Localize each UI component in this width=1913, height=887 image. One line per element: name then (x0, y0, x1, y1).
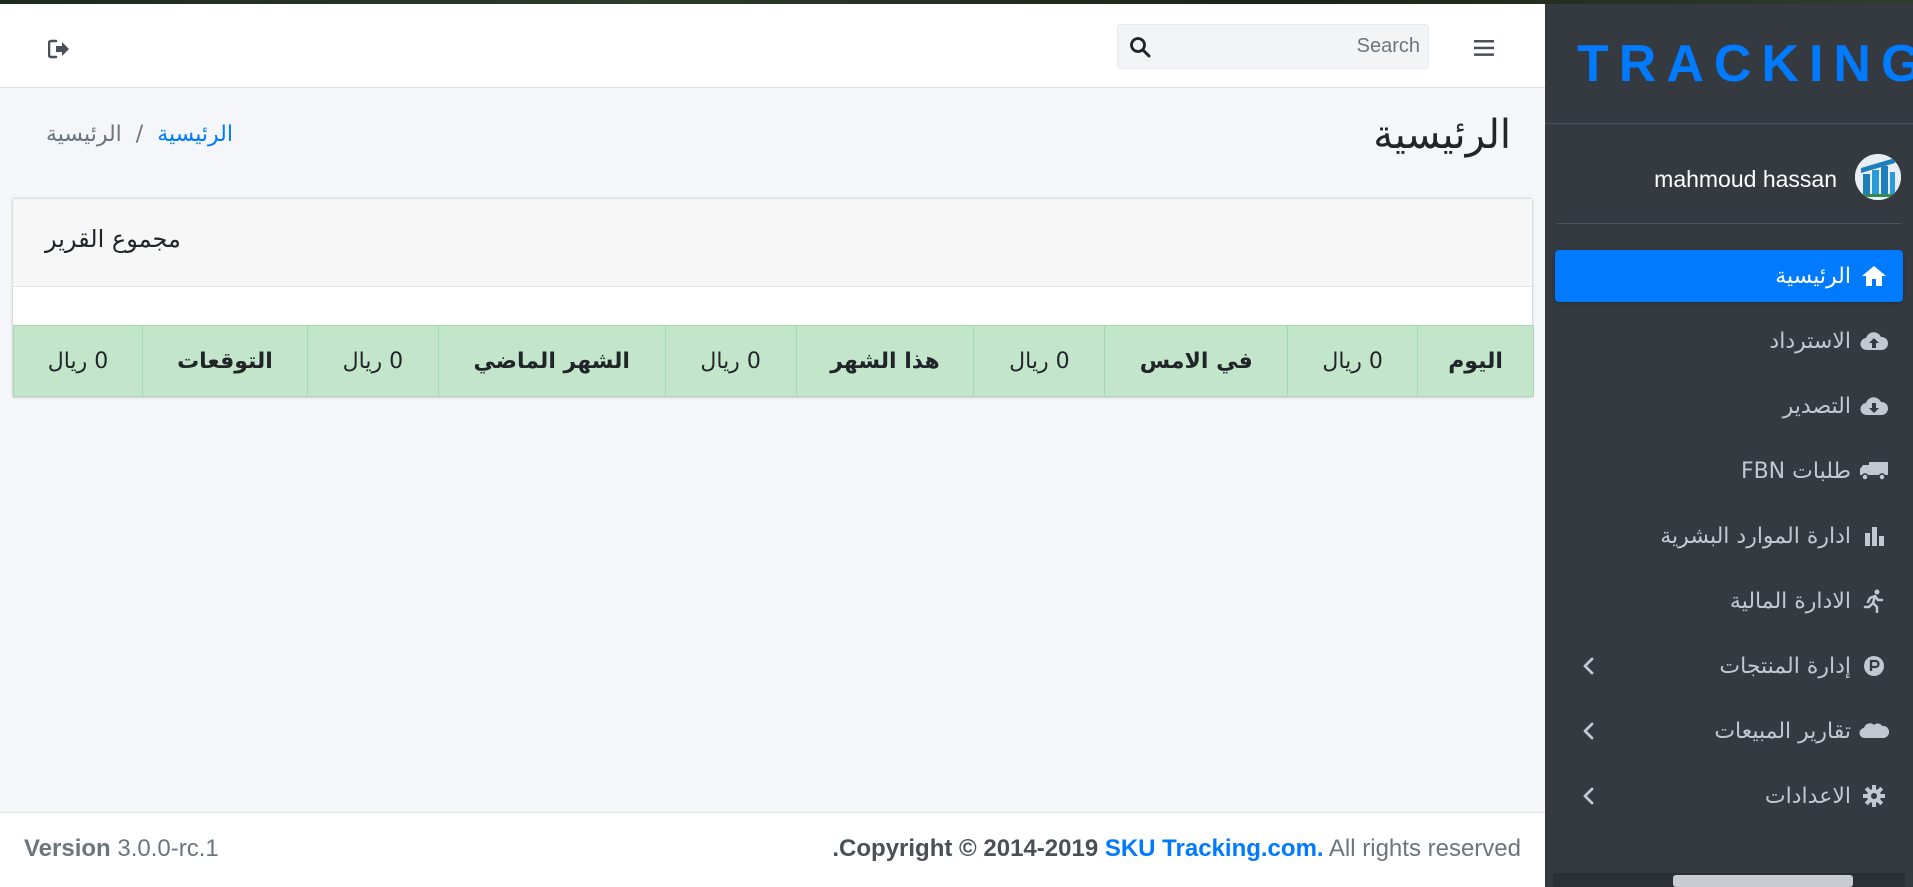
table-row: اليوم 0 ريال في الامس 0 ريال هذا الشهر 0… (13, 325, 1534, 397)
sidebar-item-label: الرئيسية (1775, 263, 1851, 289)
bar-chart-icon (1857, 522, 1891, 550)
sidebar-item-label: التصدير (1782, 393, 1851, 419)
version-value: 3.0.0-rc.1 (117, 835, 219, 862)
menu-toggle-button[interactable] (1470, 34, 1498, 62)
user-panel: mahmoud hassan (1557, 144, 1901, 224)
main-content: الرئيسية الرئيسية / الرئيسية مجموع القري… (0, 4, 1545, 887)
hamburger-icon (1474, 40, 1494, 56)
sidebar-item-fbn-orders[interactable]: طلبات FBN (1555, 445, 1903, 497)
sidebar-item-refunds[interactable]: الاسترداد (1555, 315, 1903, 367)
copyright-label: Copyright © 2014-2019 (839, 835, 1099, 862)
sign-out-icon (48, 39, 69, 59)
sidebar-item-label: طلبات FBN (1740, 458, 1851, 484)
salesforce-icon (1857, 717, 1891, 745)
sidebar-item-label: الادارة المالية (1729, 588, 1851, 614)
avatar (1855, 154, 1901, 200)
sidebar-item-label: الاسترداد (1769, 328, 1851, 354)
stat-value-last-month: 0 ريال (306, 325, 439, 397)
sidebar-item-export[interactable]: التصدير (1555, 380, 1903, 432)
brand-link[interactable]: TRACKING (1545, 4, 1913, 124)
sidebar-item-hr[interactable]: ادارة الموارد البشرية (1555, 510, 1903, 562)
page-title: الرئيسية (1373, 112, 1511, 158)
version-label: Version (24, 835, 111, 862)
stat-value-today: 0 ريال (1287, 325, 1419, 397)
stat-value-this-month: 0 ريال (664, 325, 797, 397)
stat-label-today: اليوم (1417, 325, 1534, 397)
search-icon (1130, 37, 1151, 58)
stat-label-yesterday: في الامس (1104, 325, 1289, 397)
breadcrumb-current: الرئيسية (46, 122, 122, 147)
version-text: Version 3.0.0-rc.1 (24, 835, 219, 863)
card-title: مجموع القرير (45, 225, 181, 253)
brand-text: TRACKING (1577, 35, 1913, 93)
stat-label-forecast: التوقعات (142, 325, 308, 397)
breadcrumb: الرئيسية / الرئيسية (46, 122, 233, 147)
sidebar-item-home[interactable]: الرئيسية (1555, 250, 1903, 302)
parking-icon (1857, 652, 1891, 680)
sidebar-item-finance[interactable]: الادارة المالية (1555, 575, 1903, 627)
chevron-left-icon[interactable] (1577, 719, 1599, 743)
stat-label-last-month: الشهر الماضي (437, 325, 666, 397)
building-logo-icon (1855, 154, 1901, 200)
gear-icon (1857, 782, 1891, 810)
sidebar-nav: الرئيسية الاسترداد التصدير طلبات FBN ادا (1555, 250, 1903, 835)
sidebar-item-label: ادارة الموارد البشرية (1660, 523, 1851, 549)
stat-value-yesterday: 0 ريال (973, 325, 1106, 397)
sidebar-scrollbar[interactable] (1553, 873, 1905, 887)
cloud-download-icon (1857, 392, 1891, 420)
user-name[interactable]: mahmoud hassan (1654, 166, 1837, 193)
card-header: مجموع القرير (13, 199, 1532, 287)
search-button[interactable] (1126, 33, 1154, 61)
chevron-left-icon[interactable] (1577, 784, 1599, 808)
footer: Version 3.0.0-rc.1 .Copyright © 2014-201… (0, 812, 1545, 887)
sidebar-item-settings[interactable]: الاعدادات (1555, 770, 1903, 822)
search-input[interactable] (1166, 25, 1420, 68)
chevron-left-icon[interactable] (1577, 654, 1599, 678)
cloud-upload-icon (1857, 327, 1891, 355)
top-navbar (0, 4, 1545, 88)
stats-table: اليوم 0 ريال في الامس 0 ريال هذا الشهر 0… (13, 325, 1534, 397)
breadcrumb-home-link[interactable]: الرئيسية (157, 122, 233, 147)
scrollbar-thumb[interactable] (1673, 875, 1853, 887)
copyright-text: .Copyright © 2014-2019 SKU Tracking.com.… (832, 835, 1521, 863)
sidebar-item-label: الاعدادات (1764, 783, 1851, 809)
sidebar-item-sales-reports[interactable]: تقارير المبيعات (1555, 705, 1903, 757)
stat-label-this-month: هذا الشهر (795, 325, 975, 397)
sidebar-item-label: إدارة المنتجات (1719, 653, 1851, 679)
truck-icon (1857, 457, 1891, 485)
sidebar-item-label: تقارير المبيعات (1714, 718, 1851, 744)
copyright-link[interactable]: SKU Tracking.com. (1105, 835, 1324, 862)
sidebar: TRACKING mahmoud hassan الرئيسية الاسترد… (1545, 4, 1913, 887)
running-icon (1857, 587, 1891, 615)
rights-text: All rights reserved (1328, 835, 1521, 862)
summary-card: مجموع القرير اليوم 0 ريال في الامس 0 ريا… (12, 198, 1534, 398)
sidebar-item-products[interactable]: إدارة المنتجات (1555, 640, 1903, 692)
logout-button[interactable] (44, 34, 74, 64)
breadcrumb-separator: / (135, 122, 144, 147)
home-icon (1857, 262, 1891, 290)
stat-value-forecast: 0 ريال (13, 325, 143, 397)
search-box (1117, 24, 1429, 69)
